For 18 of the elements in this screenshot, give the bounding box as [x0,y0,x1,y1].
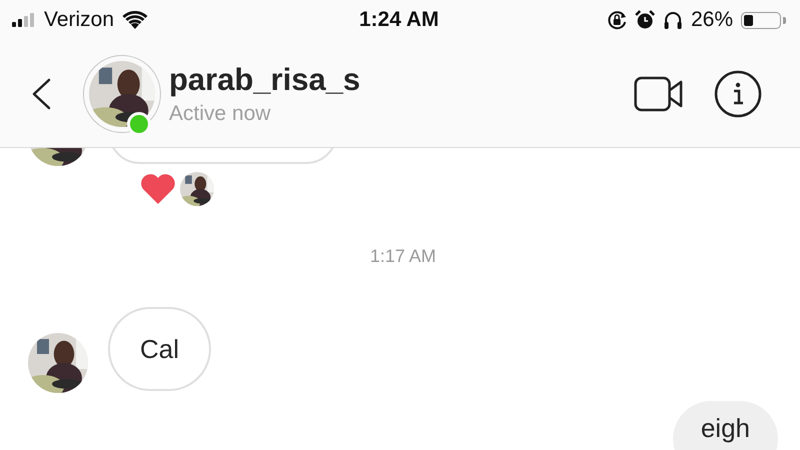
signal-icon [12,13,36,27]
rotation-lock-icon [606,10,627,30]
message-bubble: Cal [108,307,212,391]
info-icon[interactable] [714,70,762,118]
active-status: Active now [169,102,272,126]
message-time: 1:17 AM [370,246,436,267]
username[interactable]: parab_risa_s [169,62,360,98]
video-call-icon[interactable] [634,76,684,112]
back-icon [30,78,52,110]
battery-percent: 26% [690,8,733,32]
headphones-icon [662,10,683,30]
heart-icon [140,173,176,205]
status-time: 1:24 AM [359,8,439,32]
alarm-clock-icon [634,10,655,30]
message-bubble: eigh [672,401,778,450]
wifi-icon [122,11,148,29]
carrier-name: Verizon [44,8,114,32]
battery-icon [741,12,781,28]
